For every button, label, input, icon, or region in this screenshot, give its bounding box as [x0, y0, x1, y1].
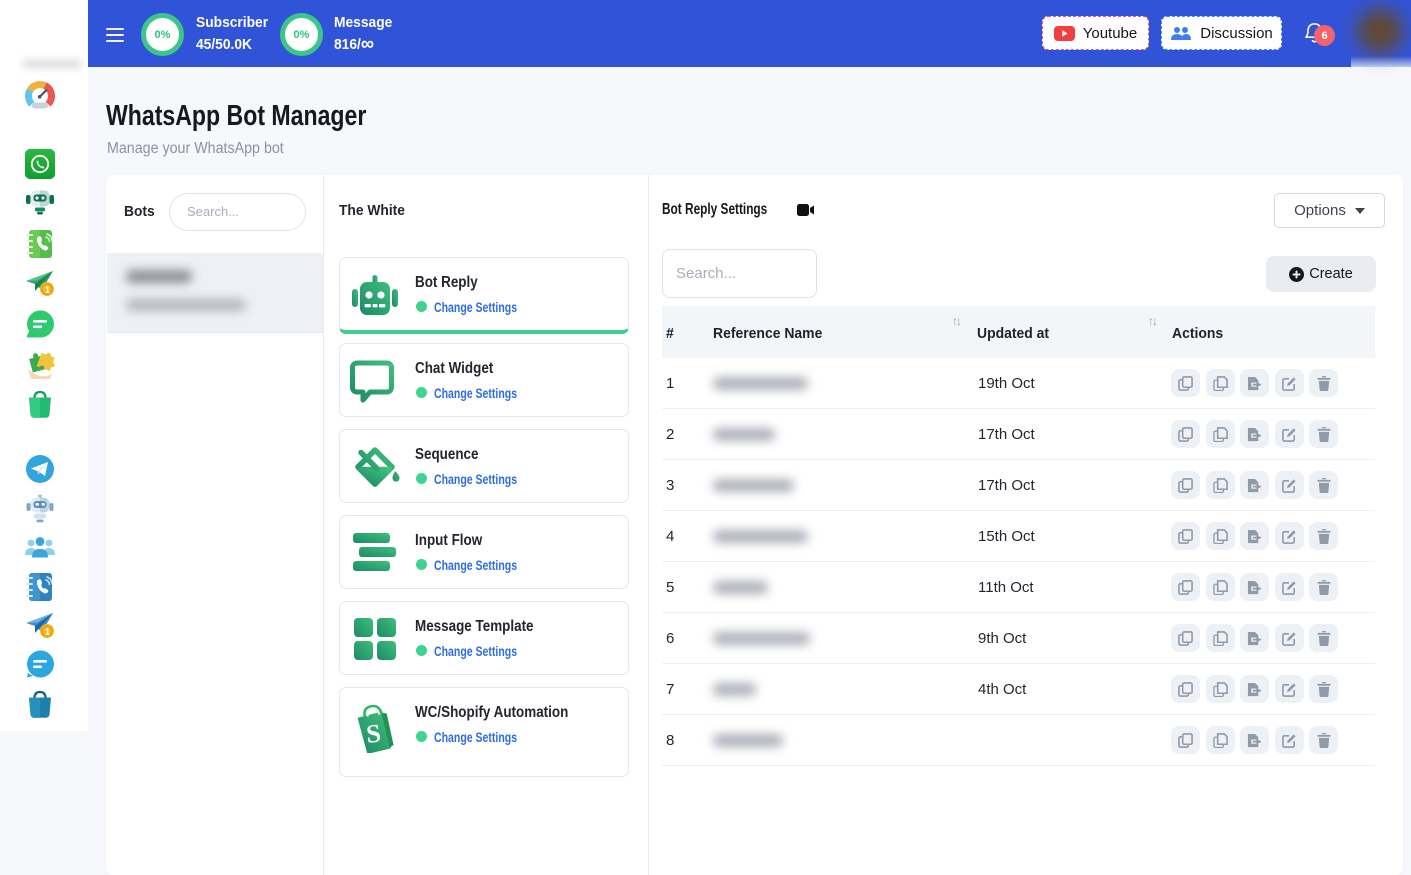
svg-text:1: 1 — [45, 285, 50, 295]
svg-text:1: 1 — [45, 627, 50, 637]
svg-text:S: S — [365, 718, 382, 748]
